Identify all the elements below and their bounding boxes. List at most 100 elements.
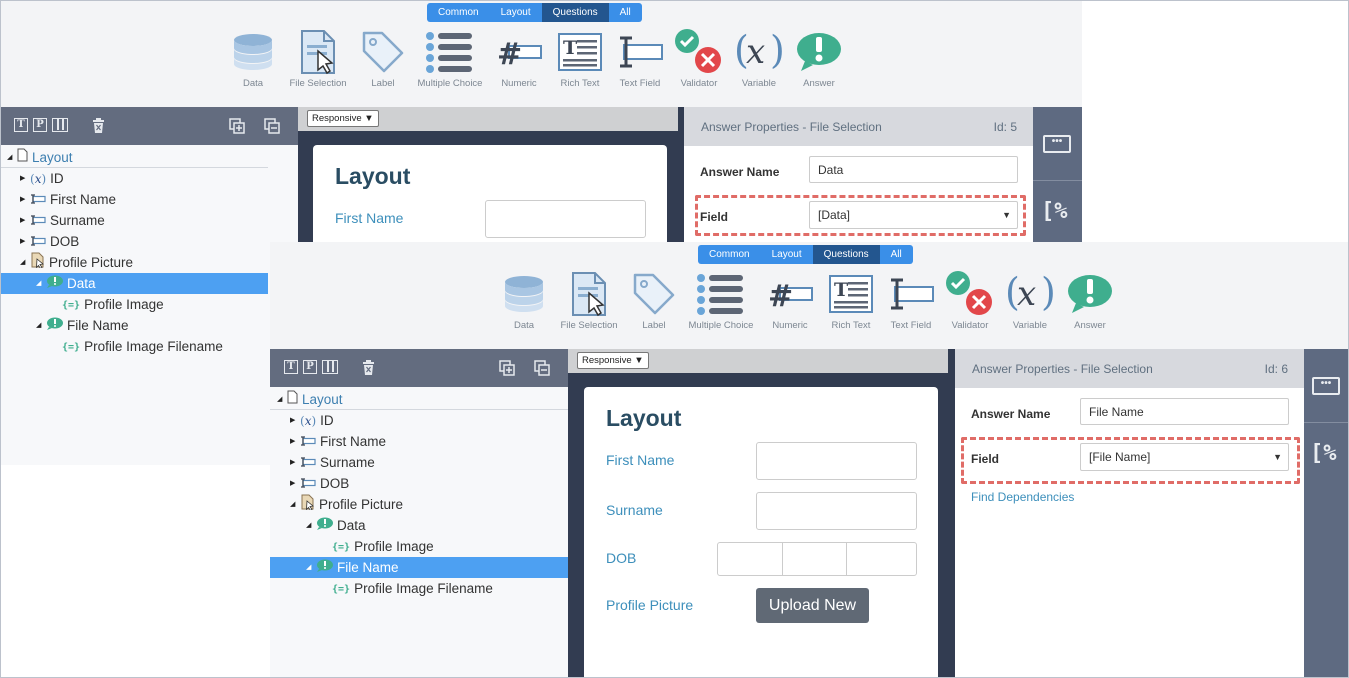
tool-label[interactable]: Label [625,268,683,332]
tree-item[interactable]: {=} Profile Image [0,294,268,315]
ellipsis-box-icon[interactable]: ••• [1312,377,1340,395]
tab-all[interactable]: All [608,3,642,22]
front-label-dob: DOB [606,550,637,566]
tab-common[interactable]: Common [698,245,761,264]
code-percent-icon[interactable]: [% [1041,199,1068,224]
text-mode-icon[interactable]: T [14,118,28,132]
tree-item[interactable]: ◢ Profile Picture [270,494,568,515]
tab-all[interactable]: All [879,245,913,264]
preview-icon[interactable]: P [303,360,317,374]
front-input-surname[interactable] [756,492,917,530]
front-responsive-select[interactable]: Responsive ▼ [577,352,649,369]
front-input-first-name[interactable] [756,442,917,480]
back-field-select[interactable]: [Data] ▼ [809,201,1018,229]
tool-validator[interactable]: Validator [941,268,999,332]
tool-rich-text[interactable]: T Rich Text [821,268,881,332]
add-icon[interactable] [499,360,515,379]
tree-item[interactable]: ▶ Surname [0,210,268,231]
expanded-arrow-icon[interactable]: ◢ [36,315,46,336]
tree-item[interactable]: ▶ (x) ID [270,410,568,431]
tool-file-selection[interactable]: File Selection [553,268,625,332]
tool-numeric[interactable]: # Numeric [759,268,821,332]
tree-item[interactable]: {=} Profile Image Filename [270,578,568,599]
back-answer-name-input[interactable]: Data [809,156,1018,183]
tree-item[interactable]: ▶ Surname [270,452,568,473]
tree-item[interactable]: ▶ First Name [0,189,268,210]
remove-icon[interactable] [534,360,550,379]
front-input-dob-month[interactable] [782,542,847,576]
tree-item[interactable]: ◢ Layout [0,147,268,168]
tool-variable[interactable]: (x) Variable [999,268,1061,332]
tree-item-label: File Name [337,560,399,575]
columns-icon[interactable] [322,360,338,377]
tree-item[interactable]: {=} Profile Image [270,536,568,557]
front-input-dob-year[interactable] [846,542,917,576]
expanded-arrow-icon[interactable]: ◢ [306,557,316,578]
tool-data[interactable]: Data [495,268,553,332]
tree-item[interactable]: ▶ First Name [270,431,568,452]
back-sidebar-separator [1033,180,1082,181]
tool-label: Rich Text [831,320,871,331]
tool-file-selection[interactable]: File Selection [282,26,354,90]
add-icon[interactable] [229,118,245,137]
tool-answer[interactable]: Answer [790,26,848,90]
text-mode-icon[interactable]: T [284,360,298,374]
tool-validator[interactable]: Validator [670,26,728,90]
tool-multiple-choice[interactable]: Multiple Choice [412,26,488,90]
preview-icon[interactable]: P [33,118,47,132]
tool-numeric[interactable]: # Numeric [488,26,550,90]
tree-item[interactable]: ◢ File Name [0,315,268,336]
back-responsive-select[interactable]: Responsive ▼ [307,110,379,127]
upload-new-button[interactable]: Upload New [756,588,869,623]
collapsed-arrow-icon[interactable]: ▶ [20,168,30,189]
front-input-dob-day[interactable] [717,542,783,576]
tree-item[interactable]: ◢ File Name [270,557,568,578]
collapsed-arrow-icon[interactable]: ▶ [290,410,300,431]
tool-multiple-choice[interactable]: Multiple Choice [683,268,759,332]
find-dependencies-link[interactable]: Find Dependencies [971,490,1074,504]
tab-layout[interactable]: Layout [489,3,542,22]
tree-item[interactable]: ◢ Data [0,273,268,294]
tree-item[interactable]: ◢ Profile Picture [0,252,268,273]
tab-questions[interactable]: Questions [812,245,880,264]
tool-label: Variable [741,78,777,89]
ellipsis-box-icon[interactable]: ••• [1043,135,1071,153]
collapsed-arrow-icon[interactable]: ▶ [290,452,300,473]
tree-item[interactable]: ▶ DOB [270,473,568,494]
tool-rich-text[interactable]: T Rich Text [550,26,610,90]
delete-icon[interactable] [362,360,375,378]
collapsed-arrow-icon[interactable]: ▶ [20,210,30,231]
code-percent-icon[interactable]: [% [1310,441,1337,466]
expanded-arrow-icon[interactable]: ◢ [277,389,287,410]
tree-item[interactable]: ▶ DOB [0,231,268,252]
tab-layout[interactable]: Layout [760,245,813,264]
tool-answer[interactable]: Answer [1061,268,1119,332]
tab-questions[interactable]: Questions [541,3,609,22]
tree-item[interactable]: ▶ (x) ID [0,168,268,189]
collapsed-arrow-icon[interactable]: ▶ [290,473,300,494]
front-answer-name-input[interactable]: File Name [1080,398,1289,425]
tool-text-field[interactable]: Text Field [610,26,670,90]
collapsed-arrow-icon[interactable]: ▶ [20,189,30,210]
expanded-arrow-icon[interactable]: ◢ [7,147,17,168]
tree-item[interactable]: {=} Profile Image Filename [0,336,268,357]
tree-item[interactable]: ◢ Layout [270,389,568,410]
tree-item[interactable]: ◢ Data [270,515,568,536]
front-field-select[interactable]: [File Name] ▼ [1080,443,1289,471]
collapsed-arrow-icon[interactable]: ▶ [290,431,300,452]
svg-text:T: T [563,37,577,59]
tool-data[interactable]: Data [224,26,282,90]
columns-icon[interactable] [52,118,68,135]
tool-variable[interactable]: (x) Variable [728,26,790,90]
tool-text-field[interactable]: Text Field [881,268,941,332]
expanded-arrow-icon[interactable]: ◢ [290,494,300,515]
tool-label[interactable]: Label [354,26,412,90]
collapsed-arrow-icon[interactable]: ▶ [20,231,30,252]
back-input-first-name[interactable] [485,200,646,238]
expanded-arrow-icon[interactable]: ◢ [20,252,30,273]
tab-common[interactable]: Common [427,3,490,22]
delete-icon[interactable] [92,118,105,136]
expanded-arrow-icon[interactable]: ◢ [36,273,46,294]
remove-icon[interactable] [264,118,280,137]
expanded-arrow-icon[interactable]: ◢ [306,515,316,536]
